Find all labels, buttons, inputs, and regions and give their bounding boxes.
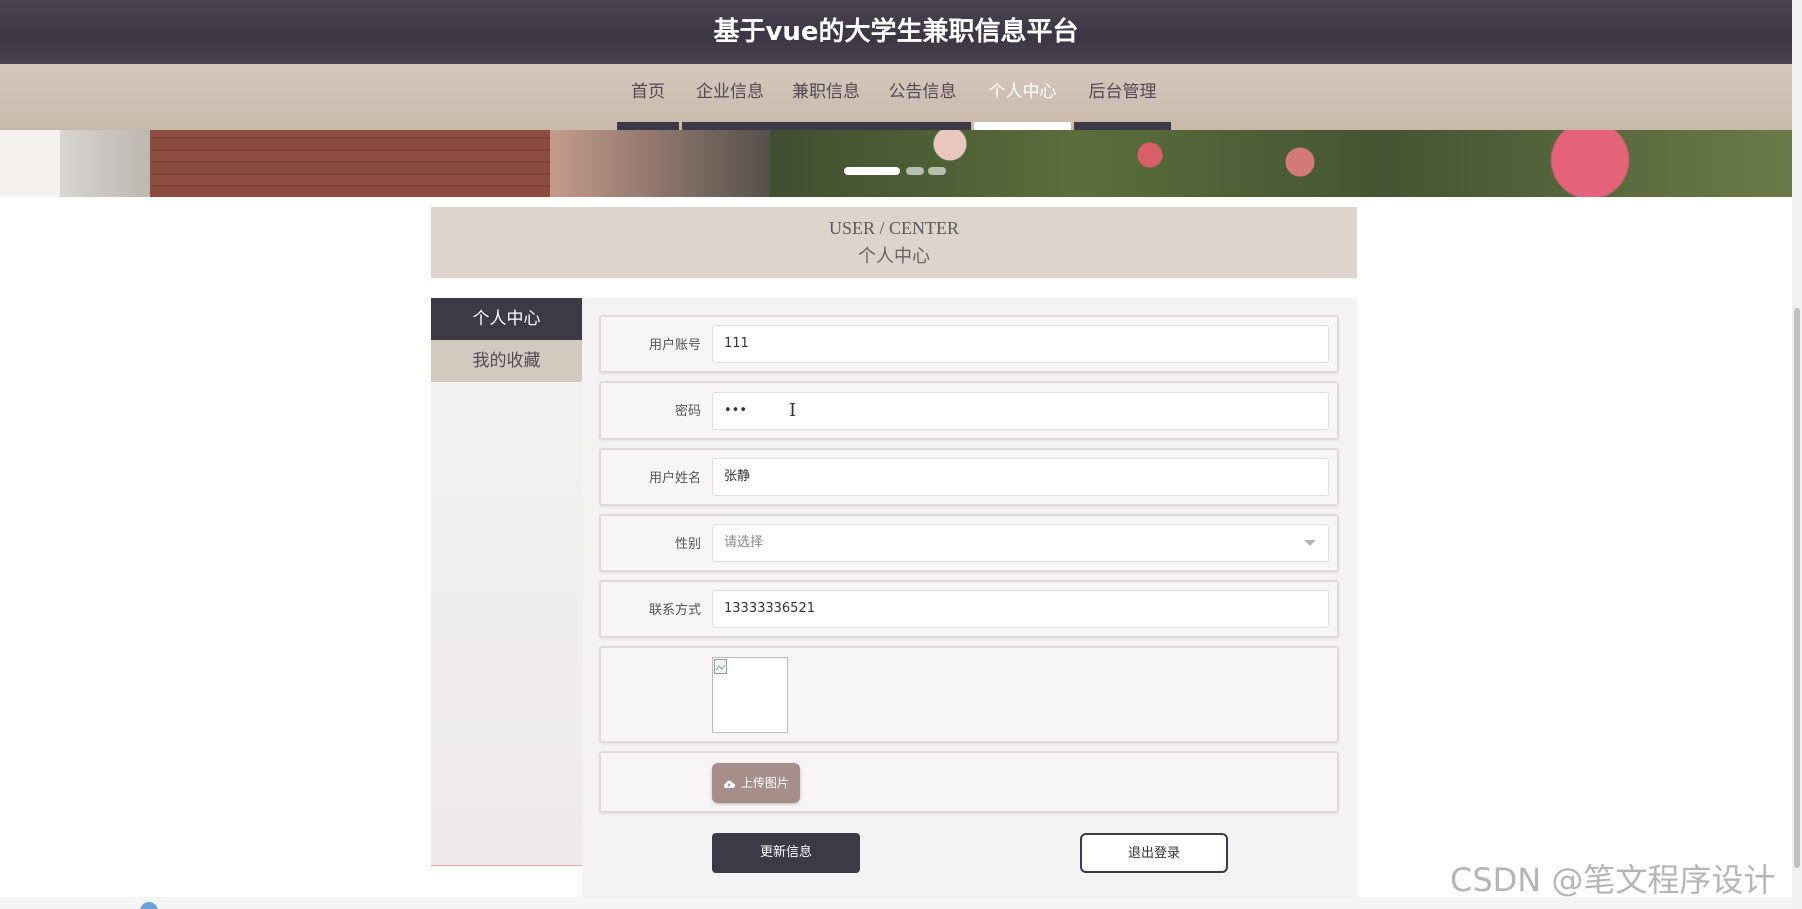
nav-item-label: 公告信息 — [888, 82, 957, 102]
page: 基于vue的大学生兼职信息平台 首页 企业信息 兼职信息 公告信息 个人中心 后… — [0, 0, 1802, 909]
password-input[interactable]: ••• — [712, 392, 1329, 430]
cloud-upload-icon — [724, 780, 736, 788]
nav-item-underline — [617, 122, 679, 130]
banner-carousel — [0, 130, 1792, 197]
contact-input[interactable]: 13333336521 — [712, 590, 1329, 628]
nav-item-underline — [1074, 122, 1171, 130]
profile-form: 用户账号 111 密码 ••• 用户姓名 张静 性别 请选择 联系方式 1333… — [582, 298, 1357, 909]
form-row-gender: 性别 请选择 — [599, 514, 1339, 572]
text-cursor-icon: I — [789, 400, 797, 421]
chevron-down-icon — [1304, 540, 1316, 546]
nav-item-companies[interactable]: 企业信息 — [682, 64, 778, 130]
name-label: 用户姓名 — [648, 471, 701, 486]
nav-item-home[interactable]: 首页 — [617, 64, 679, 130]
form-row-password: 密码 ••• — [599, 381, 1339, 440]
form-row-name: 用户姓名 张静 — [599, 448, 1339, 506]
carousel-dot[interactable] — [844, 167, 900, 175]
account-label: 用户账号 — [648, 338, 701, 353]
nav-item-label: 个人中心 — [988, 82, 1057, 102]
top-nav: 首页 企业信息 兼职信息 公告信息 个人中心 后台管理 — [0, 64, 1792, 130]
page-scrollbar[interactable] — [1792, 0, 1802, 909]
form-row-contact: 联系方式 13333336521 — [599, 580, 1339, 638]
nav-item-user-center[interactable]: 个人中心 — [974, 64, 1071, 130]
avatar-image — [712, 657, 788, 733]
site-title: 基于vue的大学生兼职信息平台 — [0, 0, 1792, 64]
nav-item-label: 首页 — [631, 82, 665, 102]
logout-button[interactable]: 退出登录 — [1080, 833, 1228, 873]
nav-item-label: 企业信息 — [696, 82, 764, 102]
nav-item-label: 后台管理 — [1088, 82, 1157, 102]
nav-item-underline — [682, 122, 778, 130]
nav-item-underline — [874, 122, 971, 130]
carousel-dot[interactable] — [928, 167, 946, 175]
contact-label: 联系方式 — [648, 603, 701, 618]
carousel-dot[interactable] — [906, 167, 924, 175]
gender-select-placeholder: 请选择 — [724, 535, 764, 550]
broken-image-icon — [714, 659, 727, 674]
password-label: 密码 — [674, 404, 701, 419]
section-header: USER / CENTER 个人中心 — [431, 207, 1357, 278]
watermark: CSDN @笔文程序设计 — [1450, 861, 1776, 899]
side-menu: 个人中心 我的收藏 — [431, 298, 582, 866]
nav-item-jobs[interactable]: 兼职信息 — [778, 64, 874, 130]
nav-item-admin[interactable]: 后台管理 — [1074, 64, 1171, 130]
upload-image-button[interactable]: 上传图片 — [712, 763, 800, 803]
name-input[interactable]: 张静 — [712, 458, 1329, 496]
scrollbar-thumb[interactable] — [1794, 308, 1800, 868]
nav-item-underline — [974, 122, 1071, 130]
form-row-avatar — [599, 646, 1339, 743]
section-title-cn: 个人中心 — [858, 246, 930, 266]
account-input[interactable]: 111 — [712, 325, 1329, 363]
nav-item-label: 兼职信息 — [792, 82, 860, 102]
upload-image-label: 上传图片 — [740, 776, 789, 790]
gender-select[interactable]: 请选择 — [712, 524, 1329, 562]
side-menu-item-favorites[interactable]: 我的收藏 — [431, 340, 582, 382]
nav-item-notices[interactable]: 公告信息 — [874, 64, 971, 130]
update-info-button[interactable]: 更新信息 — [712, 833, 860, 873]
gender-label: 性别 — [674, 537, 701, 552]
section-title-en: USER / CENTER — [828, 218, 959, 238]
form-row-account: 用户账号 111 — [599, 315, 1339, 373]
side-menu-item-user-center[interactable]: 个人中心 — [431, 298, 582, 340]
form-row-upload: 上传图片 — [599, 751, 1339, 813]
nav-item-underline — [778, 122, 874, 130]
